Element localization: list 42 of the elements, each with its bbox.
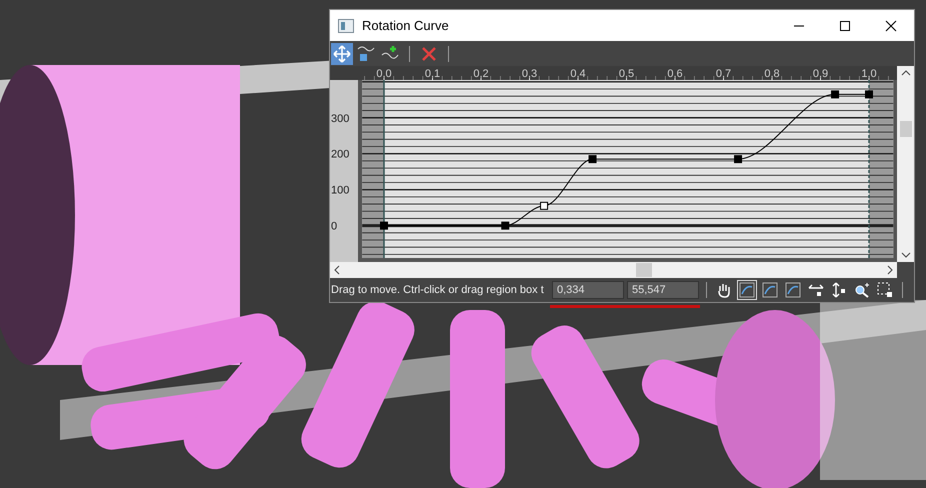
key-point[interactable] (588, 155, 597, 164)
ruler-label: 0,0 (376, 68, 392, 80)
y-axis-label: 0 (331, 220, 338, 233)
time-value-field[interactable]: 0,334 (552, 281, 624, 299)
ruler-label: 0,8 (764, 68, 780, 80)
ruler-label: 0,4 (570, 68, 586, 80)
status-message: Drag to move. Ctrl-click or drag region box t (331, 284, 545, 296)
scroll-left-icon[interactable] (333, 265, 341, 275)
ruler-label: 0,3 (522, 68, 538, 80)
ruler-label: 0,6 (667, 68, 683, 80)
scroll-up-icon[interactable] (900, 69, 910, 77)
horizontal-scrollbar[interactable] (330, 262, 897, 278)
key-point[interactable] (734, 155, 742, 164)
fit-horizontal-view-button[interactable] (783, 280, 803, 300)
scroll-right-icon[interactable] (886, 265, 894, 275)
move-tool-button[interactable] (331, 42, 353, 64)
ruler-label: 0,2 (473, 68, 489, 80)
scrollbar-thumb[interactable] (636, 263, 652, 277)
key-point[interactable] (540, 202, 548, 210)
app-icon (338, 18, 354, 32)
scrollbar-thumb[interactable] (900, 121, 912, 137)
y-axis-label: 100 (331, 184, 350, 197)
key-point[interactable] (501, 222, 510, 230)
y-axis-label: 300 (331, 112, 350, 125)
ruler-label: 0,1 (424, 68, 440, 80)
curve-value-field[interactable]: 55,547 (627, 281, 699, 299)
scroll-down-icon[interactable] (900, 251, 910, 259)
ruler-label: 0,7 (716, 68, 732, 80)
fit-view-button[interactable] (737, 280, 757, 300)
key-point[interactable] (380, 222, 388, 230)
ruler-label: 1,0 (861, 68, 877, 80)
y-axis-label: 200 (331, 148, 350, 161)
window-title: Rotation Curve (362, 18, 449, 33)
ruler-label: 0,9 (812, 68, 828, 80)
ruler-label: 0,5 (618, 68, 634, 80)
vertical-scrollbar[interactable] (897, 66, 914, 262)
key-point[interactable] (865, 90, 873, 98)
key-point[interactable] (831, 90, 840, 98)
fit-selected-view-button[interactable] (760, 280, 780, 300)
maximize-icon (839, 20, 851, 32)
zoom-region-view-button[interactable] (875, 280, 895, 300)
close-icon (885, 20, 897, 32)
